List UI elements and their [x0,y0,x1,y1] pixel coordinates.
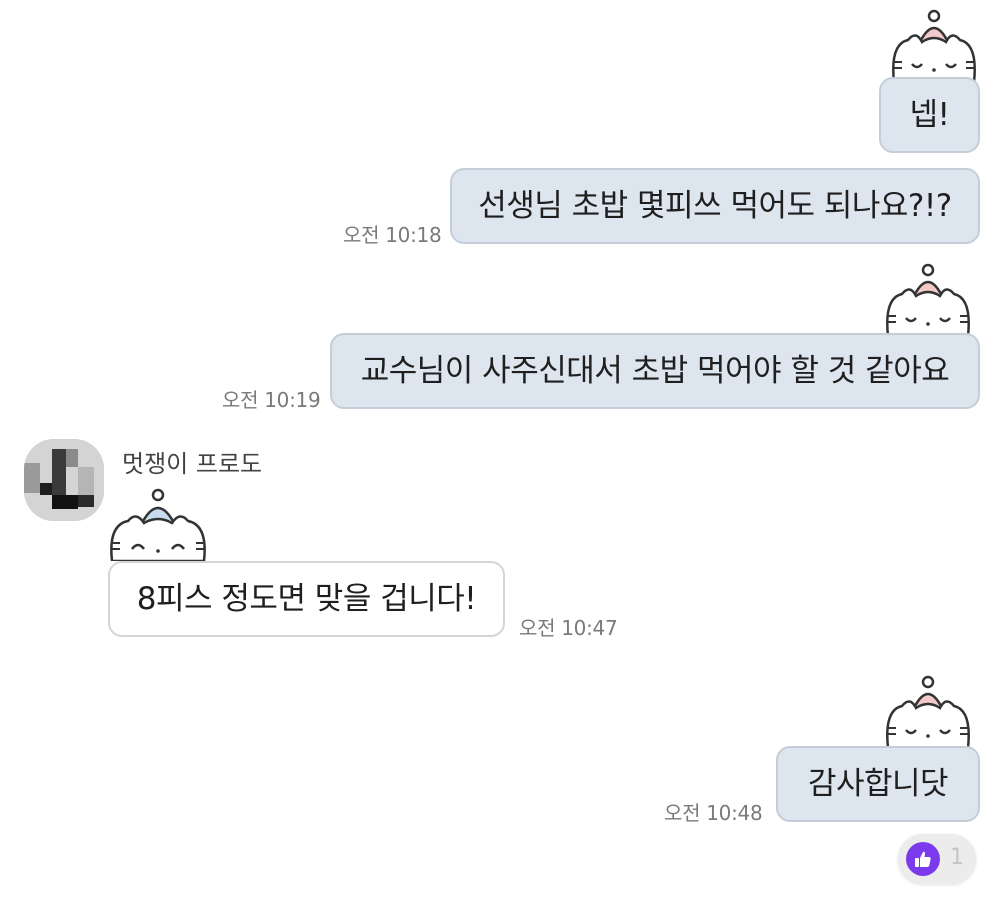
message-bubble[interactable]: 교수님이 사주신대서 초밥 먹어야 할 것 같아요 [330,333,980,409]
message-timestamp: 오전 10:19 [222,388,321,412]
message-text: 8피스 정도면 맞을 겁니다! [136,580,477,617]
message-bubble[interactable]: 선생님 초밥 몇피쓰 먹어도 되나요?!? [450,168,980,244]
message-text: 선생님 초밥 몇피쓰 먹어도 되나요?!? [478,187,952,224]
message-timestamp: 오전 10:47 [519,616,618,640]
sender-name: 멋쟁이 프로도 [122,450,263,478]
message-bubble[interactable]: 8피스 정도면 맞을 겁니다! [108,561,505,637]
avatar[interactable] [24,439,104,521]
message-text: 넵! [909,96,950,133]
message-text: 교수님이 사주신대서 초밥 먹어야 할 것 같아요 [360,352,950,389]
thumbs-up-icon [906,842,940,876]
message-timestamp: 오전 10:48 [664,801,763,825]
message-timestamp: 오전 10:18 [343,223,442,247]
cat-sticker-icon [892,9,976,82]
message-bubble[interactable]: 감사합니닷 [776,746,980,822]
cat-sticker-icon [886,263,970,336]
cat-sticker-icon [110,488,206,561]
reaction-count: 1 [950,845,964,870]
cat-sticker-icon [886,675,970,748]
reaction-badge[interactable]: 1 [898,834,976,884]
message-text: 감사합니닷 [807,765,949,802]
message-bubble[interactable]: 넵! [879,77,980,153]
